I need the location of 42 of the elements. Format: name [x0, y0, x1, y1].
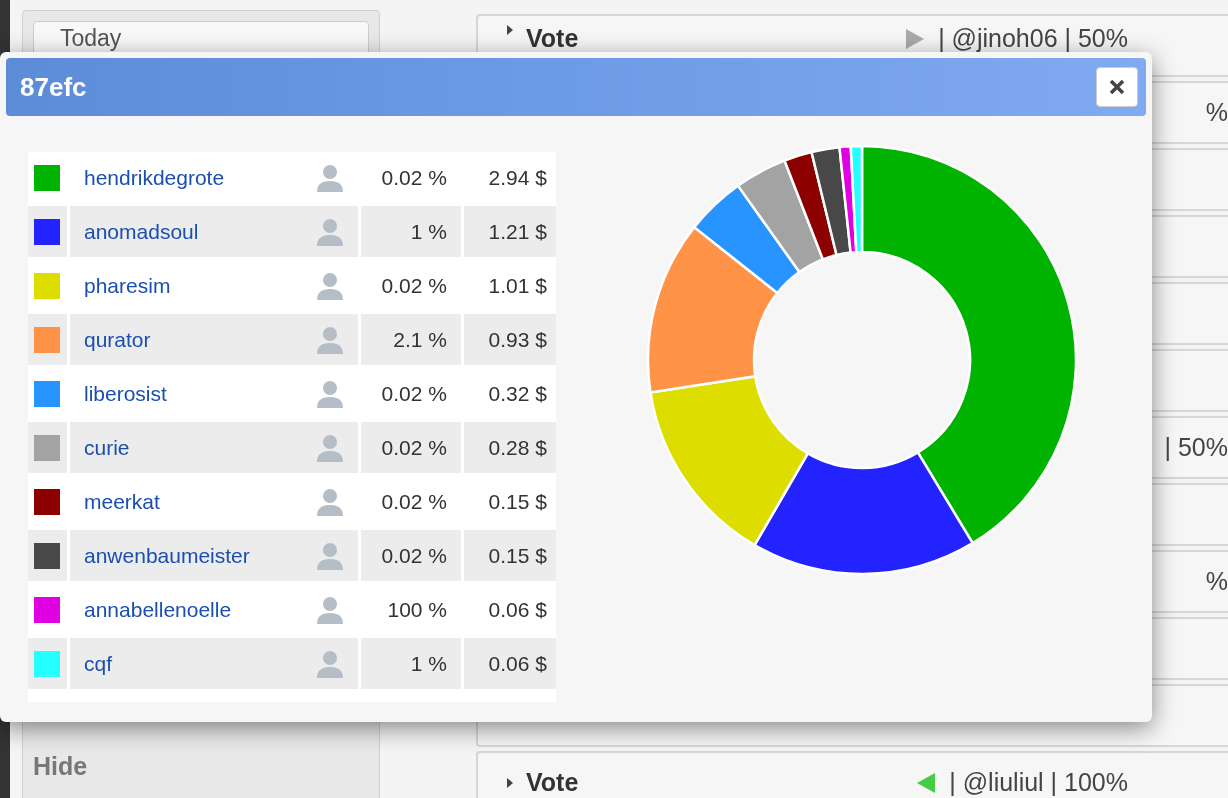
user-icon	[316, 379, 344, 408]
vote-title: Vote	[526, 768, 579, 797]
close-button[interactable]	[1096, 67, 1138, 107]
caret-icon[interactable]	[506, 776, 514, 789]
user-link[interactable]: liberosist	[84, 381, 167, 406]
user-icon	[316, 271, 344, 300]
amount-cell: 0.93 $	[464, 314, 556, 365]
percent-cell: 1 %	[361, 638, 461, 689]
user-link[interactable]: anomadsoul	[84, 219, 199, 244]
user-link[interactable]: anwenbaumeister	[84, 543, 250, 568]
percent-cell: 0.02 %	[361, 530, 461, 581]
user-icon	[316, 541, 344, 570]
vote-weight: | 50%	[1164, 433, 1228, 462]
hide-label[interactable]: Hide	[33, 752, 369, 781]
percent-cell: 0.02 %	[361, 422, 461, 473]
caret-icon[interactable]	[506, 24, 514, 36]
user-link[interactable]: cqf	[84, 651, 112, 676]
percent-cell: 1 %	[361, 206, 461, 257]
amount-cell: 0.06 $	[464, 638, 556, 689]
vote-title: Vote	[526, 24, 579, 53]
user-icon	[316, 163, 344, 192]
user-link[interactable]: curie	[84, 435, 130, 460]
user-link[interactable]: pharesim	[84, 273, 171, 298]
amount-cell: 0.28 $	[464, 422, 556, 473]
user-link[interactable]: annabellenoelle	[84, 597, 232, 622]
amount-cell: 1.21 $	[464, 206, 556, 257]
user-link[interactable]: hendrikdegrote	[84, 165, 225, 190]
user-icon	[316, 217, 344, 246]
voter-info: | @liuliul | 100%	[949, 768, 1128, 797]
vote-weight: %	[1205, 567, 1228, 596]
user-icon	[316, 325, 344, 354]
user-icon	[316, 649, 344, 678]
user-icon	[316, 487, 344, 516]
user-icon	[316, 595, 344, 624]
vote-weight: %	[1205, 98, 1228, 127]
amount-cell: 0.15 $	[464, 530, 556, 581]
voter-info: | @jinoh06 | 50%	[938, 24, 1128, 53]
user-link[interactable]: qurator	[84, 327, 151, 352]
user-link[interactable]: meerkat	[84, 489, 160, 514]
close-icon	[1109, 79, 1125, 95]
percent-cell: 2.1 %	[361, 314, 461, 365]
user-icon	[316, 433, 344, 462]
